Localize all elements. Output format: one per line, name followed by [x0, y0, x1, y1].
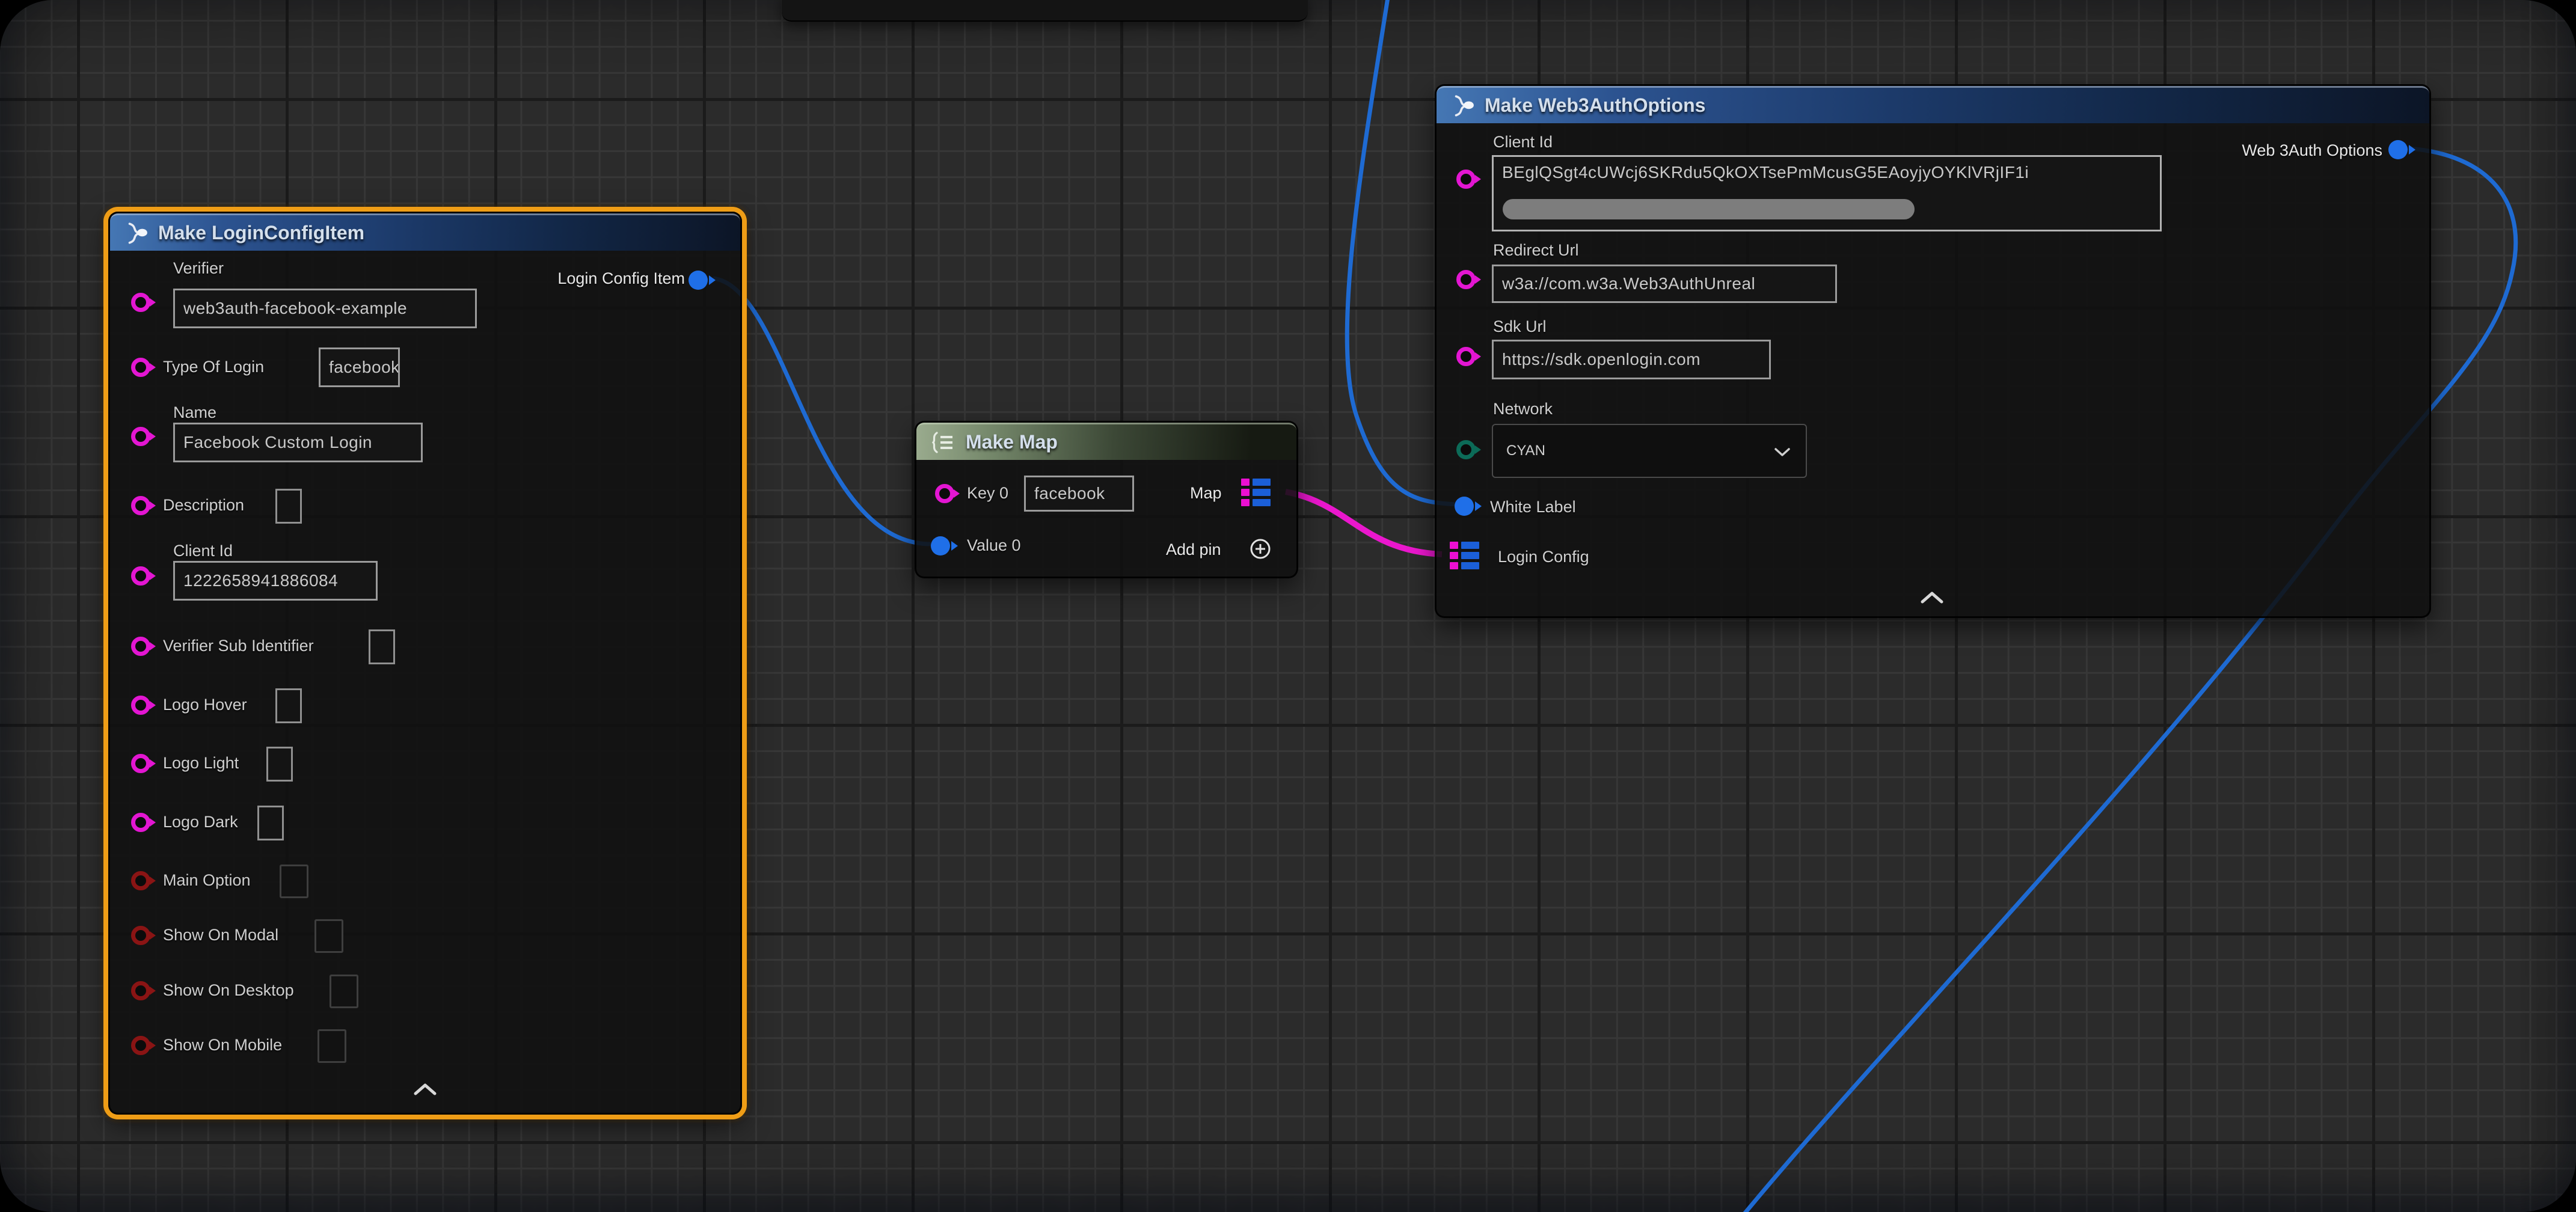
pin-label-logo-dark: Logo Dark	[163, 813, 238, 831]
pin-label-network: Network	[1493, 400, 1553, 418]
input-pin-name[interactable]	[131, 427, 150, 446]
client-id-scrollbar[interactable]	[1503, 199, 1915, 219]
input-pin-white-label[interactable]	[1455, 497, 1474, 516]
name-input[interactable]: Facebook Custom Login	[173, 423, 423, 462]
input-pin-client-id[interactable]	[1456, 170, 1476, 189]
pin-label-logo-light: Logo Light	[163, 754, 239, 773]
pin-label-verifier: Verifier	[173, 259, 224, 278]
input-pin-logo-light[interactable]	[131, 754, 150, 773]
input-pin-client-id[interactable]	[131, 566, 150, 586]
input-pin-show-on-desktop[interactable]	[131, 981, 150, 1000]
blueprint-graph-canvas[interactable]: Make LoginConfigItem Login Config Item V…	[0, 0, 2576, 1212]
logo-dark-input[interactable]	[257, 806, 284, 840]
logo-light-input[interactable]	[266, 747, 293, 782]
node-header[interactable]: Make Web3AuthOptions	[1437, 86, 2429, 123]
input-pin-show-on-mobile[interactable]	[131, 1036, 150, 1055]
pin-label-main-option: Main Option	[163, 871, 251, 890]
chevron-down-icon	[1773, 447, 1791, 458]
network-dropdown[interactable]: CYAN	[1492, 424, 1807, 478]
pin-label-show-on-desktop: Show On Desktop	[163, 981, 294, 1000]
pin-label-client-id: Client Id	[1493, 133, 1553, 152]
pin-label-type-of-login: Type Of Login	[163, 358, 264, 376]
redirect-url-input[interactable]: w3a://com.w3a.Web3AuthUnreal	[1492, 265, 1837, 303]
wire-loginconfigitem-to-value0[interactable]	[713, 278, 931, 544]
collapse-node-chevron[interactable]	[413, 1083, 437, 1096]
input-pin-sdk-url[interactable]	[1456, 347, 1476, 366]
show-on-mobile-checkbox[interactable]	[317, 1029, 346, 1063]
verifier-sub-identifier-input[interactable]	[369, 629, 395, 664]
show-on-desktop-checkbox[interactable]	[330, 975, 358, 1008]
pin-label-login-config: Login Config	[1498, 548, 1589, 566]
pin-label-verifier-sub-identifier: Verifier Sub Identifier	[163, 637, 314, 655]
show-on-modal-checkbox[interactable]	[314, 919, 343, 953]
main-option-checkbox[interactable]	[280, 865, 308, 898]
input-pin-value-0[interactable]	[931, 536, 950, 556]
node-make-map[interactable]: Make Map Key 0 facebook Map Value 0 Add …	[915, 421, 1298, 578]
wire-map-to-loginconfig[interactable]	[1286, 492, 1442, 554]
add-pin-button[interactable]	[1248, 537, 1272, 561]
pin-label-redirect-url: Redirect Url	[1493, 241, 1579, 260]
make-struct-icon	[1450, 93, 1475, 118]
verifier-input[interactable]: web3auth-facebook-example	[173, 289, 477, 328]
make-struct-icon	[123, 221, 149, 246]
pin-label-description: Description	[163, 496, 244, 515]
pin-label-key-0: Key 0	[967, 484, 1008, 503]
node-title: Make Map	[966, 431, 1058, 453]
input-pin-network[interactable]	[1456, 440, 1476, 459]
input-pin-verifier-sub-identifier[interactable]	[131, 637, 150, 656]
input-pin-main-option[interactable]	[131, 871, 150, 890]
network-selected-value: CYAN	[1506, 442, 1545, 459]
output-pin-map[interactable]	[1241, 479, 1271, 506]
input-pin-verifier[interactable]	[131, 293, 150, 312]
pin-label-name: Name	[173, 403, 216, 422]
pin-label-sdk-url: Sdk Url	[1493, 317, 1547, 336]
input-pin-logo-dark[interactable]	[131, 813, 150, 832]
node-header[interactable]: Make LoginConfigItem	[110, 213, 740, 251]
pin-label-client-id: Client Id	[173, 542, 233, 560]
pin-label-web3auth-options: Web 3Auth Options	[2242, 141, 2382, 160]
client-id-value: BEglQSgt4cUWcj6SKRdu5QkOXTsePmMcusG5EAoy…	[1502, 163, 2029, 182]
input-pin-key-0[interactable]	[935, 484, 954, 503]
sdk-url-input[interactable]: https://sdk.openlogin.com	[1492, 340, 1771, 379]
collapse-node-chevron[interactable]	[1920, 591, 1944, 604]
description-input[interactable]	[275, 489, 302, 524]
pin-label-show-on-mobile: Show On Mobile	[163, 1036, 282, 1054]
client-id-input[interactable]: 1222658941886084	[173, 561, 378, 601]
input-pin-redirect-url[interactable]	[1456, 270, 1476, 289]
node-make-loginconfigitem[interactable]: Make LoginConfigItem Login Config Item V…	[108, 212, 742, 1115]
output-pin-login-config-item[interactable]	[688, 271, 708, 290]
input-pin-show-on-modal[interactable]	[131, 926, 150, 945]
output-pin-web3auth-options[interactable]	[2388, 140, 2408, 159]
node-make-web3authoptions[interactable]: Make Web3AuthOptions Web 3Auth Options C…	[1435, 84, 2431, 618]
blueprint-editor-screen: Make LoginConfigItem Login Config Item V…	[0, 0, 2576, 1212]
node-title: Make LoginConfigItem	[158, 222, 364, 244]
pin-label-white-label: White Label	[1490, 498, 1576, 516]
node-title: Make Web3AuthOptions	[1485, 94, 1705, 117]
key-0-input[interactable]: facebook	[1024, 476, 1134, 512]
input-pin-description[interactable]	[131, 496, 150, 515]
node-header[interactable]: Make Map	[916, 423, 1296, 460]
pin-label-show-on-modal: Show On Modal	[163, 926, 278, 944]
client-id-input[interactable]: BEglQSgt4cUWcj6SKRdu5QkOXTsePmMcusG5EAoy…	[1492, 155, 2162, 231]
make-map-icon	[930, 430, 956, 455]
pin-label-value-0: Value 0	[967, 536, 1021, 555]
type-of-login-input[interactable]: facebook	[319, 347, 400, 387]
input-pin-logo-hover[interactable]	[131, 696, 150, 715]
offscreen-node-bottom[interactable]	[782, 0, 1308, 22]
input-pin-type-of-login[interactable]	[131, 358, 150, 377]
add-pin-label: Add pin	[1166, 540, 1221, 559]
logo-hover-input[interactable]	[275, 688, 302, 723]
pin-label-map: Map	[1190, 484, 1222, 503]
input-pin-login-config[interactable]	[1450, 542, 1479, 569]
pin-label-logo-hover: Logo Hover	[163, 696, 247, 714]
pin-label-login-config-item: Login Config Item	[557, 269, 685, 288]
